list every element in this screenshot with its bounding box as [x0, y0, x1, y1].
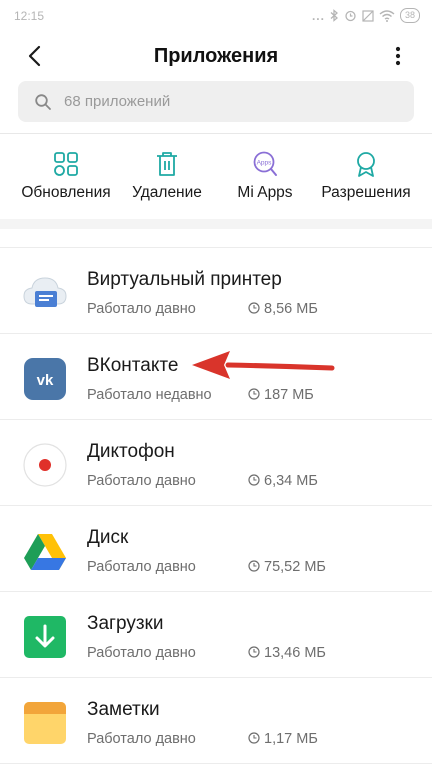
trash-icon [157, 152, 177, 176]
app-size: 6,34 МБ [264, 473, 318, 489]
app-size-container: 8,56 МБ [248, 301, 318, 317]
search-box[interactable] [18, 81, 414, 122]
app-size: 13,46 МБ [264, 645, 326, 661]
app-status: Работало давно [87, 473, 196, 489]
app-status: Работало недавно [87, 387, 212, 403]
action-label: Mi Apps [237, 184, 293, 201]
list-item[interactable]: Диктофон Работало давно 6,34 МБ [0, 420, 432, 506]
app-status: Работало давно [87, 301, 196, 317]
uninstall-button[interactable]: Удаление [113, 146, 221, 212]
app-size-container: 6,34 МБ [248, 473, 318, 489]
more-menu-icon[interactable] [390, 42, 406, 70]
title-bar: Приложения [0, 32, 432, 80]
annotation-arrow-icon [192, 351, 335, 379]
app-name: Виртуальный принтер [87, 269, 282, 290]
vk-icon: vk [24, 358, 66, 400]
action-label: Обновления [21, 184, 111, 201]
list-item[interactable]: Диск Работало давно 75,52 МБ [0, 506, 432, 592]
list-item[interactable]: Заметки Работало давно 1,17 МБ [0, 678, 432, 764]
svg-text:vk: vk [37, 372, 54, 389]
divider [0, 133, 432, 134]
page-title: Приложения [153, 45, 279, 67]
storage-clock-icon [248, 302, 260, 314]
app-size-container: 1,17 МБ [248, 731, 318, 747]
battery-indicator: 38 [399, 8, 420, 23]
notes-icon [24, 702, 66, 744]
app-status: Работало давно [87, 731, 196, 747]
list-item[interactable]: Загрузки Работало давно 13,46 МБ [0, 592, 432, 678]
app-size: 8,56 МБ [264, 301, 318, 317]
svg-text:Apps: Apps [257, 160, 273, 167]
list-item[interactable]: Виртуальный принтер Работало давно 8,56 … [0, 248, 432, 334]
action-label: Удаление [132, 184, 202, 201]
app-name: Загрузки [87, 613, 164, 634]
action-bar: Обновления Удаление Apps Mi Apps Разреше… [0, 146, 432, 212]
app-name: Заметки [87, 699, 160, 720]
alarm-icon [345, 10, 356, 22]
app-size: 187 МБ [264, 387, 314, 403]
app-name: Диктофон [87, 441, 175, 462]
permissions-ribbon-icon [357, 152, 375, 177]
app-size-container: 13,46 МБ [248, 645, 326, 661]
storage-clock-icon [248, 646, 260, 658]
mi-apps-icon: Apps [253, 151, 277, 176]
status-bar: 12:15 ... 38 [0, 0, 432, 32]
app-size: 1,17 МБ [264, 731, 318, 747]
app-name: Диск [87, 527, 129, 548]
google-drive-icon [24, 534, 66, 570]
search-input[interactable] [64, 81, 394, 122]
storage-clock-icon [248, 474, 260, 486]
virtual-printer-icon [23, 277, 67, 307]
recorder-icon [23, 443, 67, 487]
downloads-icon [24, 616, 66, 658]
app-size: 75,52 МБ [264, 559, 326, 575]
section-separator [0, 219, 432, 229]
status-dots: ... [311, 8, 325, 23]
updates-grid-icon [54, 152, 78, 176]
app-size-container: 75,52 МБ [248, 559, 326, 575]
status-time: 12:15 [14, 9, 45, 23]
mi-apps-button[interactable]: Apps Mi Apps [211, 146, 319, 212]
app-size-container: 187 МБ [248, 387, 314, 403]
storage-clock-icon [248, 732, 260, 744]
signal-off-icon [362, 9, 374, 22]
permissions-button[interactable]: Разрешения [312, 146, 420, 212]
updates-button[interactable]: Обновления [12, 146, 120, 212]
app-list: Виртуальный принтер Работало давно 8,56 … [0, 248, 432, 764]
bluetooth-icon [330, 9, 338, 22]
app-status: Работало давно [87, 559, 196, 575]
status-icons: ... 38 [312, 8, 420, 23]
wifi-icon [379, 9, 395, 22]
action-label: Разрешения [321, 184, 411, 201]
storage-clock-icon [248, 388, 260, 400]
app-name: ВКонтакте [87, 355, 179, 376]
storage-clock-icon [248, 560, 260, 572]
search-icon [35, 94, 51, 110]
app-status: Работало давно [87, 645, 196, 661]
